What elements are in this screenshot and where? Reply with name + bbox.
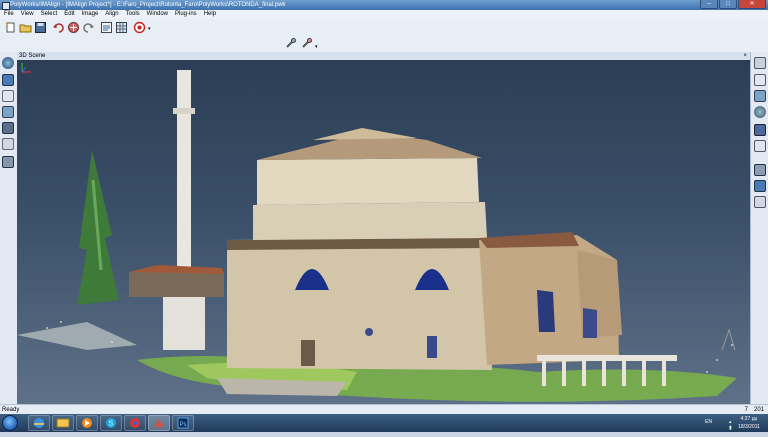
axis-indicator-icon [21,63,31,73]
taskbar: S Ps EN ▴ ▮ ◔ 4:27 μμ 18/3/2011 [0,414,768,437]
target-icon[interactable] [133,21,146,34]
zoom-icon[interactable] [754,106,766,118]
dropdown-arrow-icon[interactable]: ▾ [315,44,318,50]
clock-time: 4:27 μμ [740,416,758,422]
main-toolbar: ▾ [0,19,768,37]
undo-icon[interactable] [52,21,65,34]
properties-icon[interactable] [2,156,14,168]
menu-bar: File View Select Edit Image Align Tools … [0,10,768,19]
menu-view[interactable]: View [21,10,34,19]
menu-image[interactable]: Image [82,10,99,19]
list-icon[interactable] [2,90,14,102]
start-button[interactable] [2,415,18,431]
grid-icon[interactable] [115,21,128,34]
taskbar-chrome-icon[interactable] [124,415,146,431]
measure-icon[interactable] [2,138,14,150]
right-toolbar [750,52,768,404]
menu-edit[interactable]: Edit [64,10,74,19]
minimize-button[interactable]: – [700,0,718,9]
pin-icon[interactable] [754,196,766,208]
new-icon[interactable] [4,21,17,34]
scene-close-button[interactable]: × [743,52,747,60]
fit-view-icon[interactable] [754,74,766,86]
menu-tools[interactable]: Tools [126,10,140,19]
menu-select[interactable]: Select [41,10,58,19]
menu-window[interactable]: Window [147,10,168,19]
transform-icon[interactable] [2,122,14,134]
align-icon[interactable] [67,21,80,34]
eye-icon[interactable] [754,140,766,152]
taskbar-media-icon[interactable] [76,415,98,431]
point-pair-icon[interactable] [300,37,313,50]
status-text: Ready [2,407,20,413]
menu-file[interactable]: File [4,10,14,19]
app-icon [2,2,10,10]
taskbar-ie-icon[interactable] [28,415,50,431]
menu-help[interactable]: Help [204,10,216,19]
taskbar-polyworks-icon[interactable] [148,415,170,431]
taskbar-skype-icon[interactable]: S [100,415,122,431]
dropdown-arrow-icon[interactable]: ▾ [148,26,151,32]
close-button[interactable]: ✕ [738,0,766,9]
window-title: PolyWorks/IMAlign - [IMAlign Project*] -… [10,2,286,8]
3d-viewport[interactable] [17,60,750,404]
clock[interactable]: 4:27 μμ 18/3/2011 [734,415,764,431]
menu-align[interactable]: Align [105,10,118,19]
status-count-b: 201 [753,407,764,413]
view-icon[interactable] [2,74,14,86]
language-indicator[interactable]: EN [705,419,712,425]
align-toolbar: ▾ [0,36,768,53]
taskbar-photoshop-icon[interactable]: Ps [172,415,194,431]
svg-text:Ps: Ps [180,422,187,428]
save-icon[interactable] [34,21,47,34]
display-icon[interactable] [754,180,766,192]
status-count-a: 7 [744,407,748,413]
globe-icon[interactable] [2,57,14,69]
menu-plugins[interactable]: Plug-ins [175,10,197,19]
svg-text:S: S [109,421,114,428]
maximize-button[interactable]: □ [719,0,737,9]
left-toolbar [0,52,18,404]
tray-icons[interactable]: ▴ ▮ ◔ [729,419,732,437]
camera-icon[interactable] [754,124,766,136]
scene-title: 3D Scene [19,53,46,59]
title-bar: PolyWorks/IMAlign - [IMAlign Project*] -… [0,0,768,10]
redo-icon[interactable] [82,21,95,34]
layers-icon[interactable] [2,106,14,118]
open-icon[interactable] [19,21,32,34]
navigate-icon[interactable] [754,57,766,69]
light-icon[interactable] [754,164,766,176]
taskbar-explorer-icon[interactable] [52,415,74,431]
best-fit-icon[interactable] [284,37,297,50]
point-cloud-render [17,63,737,402]
clock-date: 18/3/2011 [738,424,760,430]
rotate-icon[interactable] [754,90,766,102]
report-icon[interactable] [100,21,113,34]
